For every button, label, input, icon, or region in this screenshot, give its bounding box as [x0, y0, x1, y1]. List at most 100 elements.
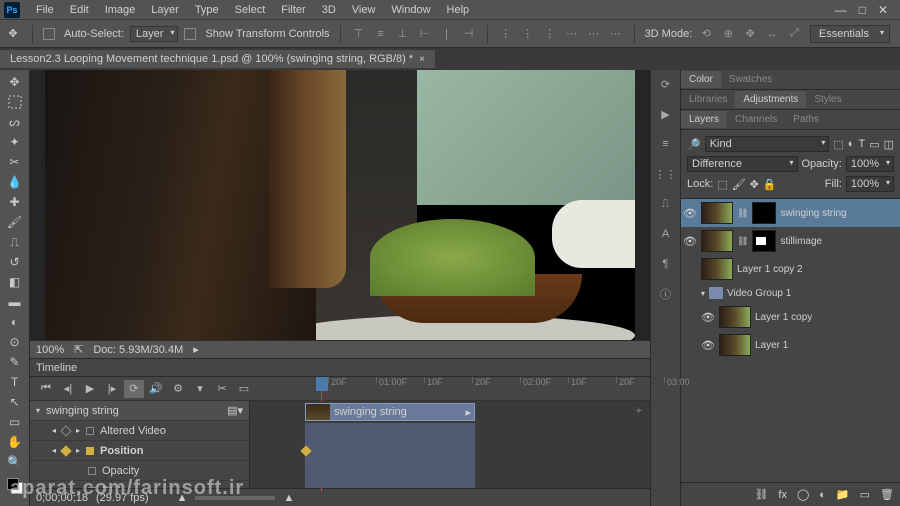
layer-name[interactable]: Video Group 1 [727, 288, 898, 299]
zoom-in-icon[interactable]: ▲ [283, 492, 294, 504]
adjustments-tab[interactable]: Adjustments [735, 91, 806, 108]
zoom-out-icon[interactable]: ▲ [177, 492, 188, 504]
3d-pan-icon[interactable]: ✥ [742, 26, 758, 42]
align-bottom-icon[interactable]: ⊥ [395, 26, 411, 42]
zoom-expand-icon[interactable]: ⇱ [74, 343, 83, 356]
doc-info-chevron[interactable]: ▸ [193, 343, 199, 356]
dist-hcenter-icon[interactable]: ⋯ [586, 26, 602, 42]
layer-name[interactable]: Layer 1 copy 2 [737, 264, 898, 275]
mask-button[interactable]: ◯ [797, 488, 809, 501]
delete-button[interactable]: 🗑 [880, 488, 894, 501]
menu-file[interactable]: File [28, 2, 62, 18]
actions-panel-icon[interactable]: ▶ [656, 104, 676, 124]
color-swatch[interactable] [7, 478, 23, 494]
blend-mode-dropdown[interactable]: Difference [687, 156, 798, 172]
layer-row[interactable]: 👁 ⛓ stillimage [681, 227, 900, 255]
dist-left-icon[interactable]: ⋯ [564, 26, 580, 42]
settings-button[interactable]: ⚙ [168, 380, 188, 398]
eraser-tool[interactable]: ◧ [2, 272, 28, 292]
properties-panel-icon[interactable]: ≡ [656, 134, 676, 154]
align-hcenter-icon[interactable]: | [439, 26, 455, 42]
menu-help[interactable]: Help [439, 2, 478, 18]
layer-name[interactable]: swinging string [780, 208, 898, 219]
menu-select[interactable]: Select [227, 2, 274, 18]
menu-type[interactable]: Type [187, 2, 227, 18]
menu-window[interactable]: Window [383, 2, 438, 18]
prev-frame-button[interactable]: ◂| [58, 380, 78, 398]
property-opacity[interactable]: Opacity [30, 461, 249, 481]
info-panel-icon[interactable]: ⓘ [656, 284, 676, 304]
dodge-tool[interactable]: ⊙ [2, 332, 28, 352]
timeline-zoom-slider[interactable] [195, 496, 275, 500]
doc-info[interactable]: Doc: 5.93M/30.4M [93, 344, 183, 356]
layer-group-row[interactable]: ▾ Video Group 1 [681, 283, 900, 303]
align-left-icon[interactable]: ⊢ [417, 26, 433, 42]
menu-edit[interactable]: Edit [62, 2, 97, 18]
clip-menu-icon[interactable]: ▸ [465, 406, 471, 419]
property-altered-video[interactable]: ◂▸ Altered Video [30, 421, 249, 441]
filter-type-icon[interactable]: T [858, 138, 865, 150]
paths-tab[interactable]: Paths [785, 111, 827, 128]
lasso-tool[interactable]: ᔕ [2, 112, 28, 132]
layer-name[interactable]: Layer 1 [755, 340, 898, 351]
channels-tab[interactable]: Channels [727, 111, 785, 128]
split-button[interactable]: ✂ [212, 380, 232, 398]
layer-thumb[interactable] [701, 230, 733, 252]
timecode[interactable]: 0;00;00;18 [36, 492, 88, 504]
next-frame-button[interactable]: |▸ [102, 380, 122, 398]
expand-track-icon[interactable]: ▾ [36, 406, 40, 415]
align-vcenter-icon[interactable]: ≡ [373, 26, 389, 42]
link-icon[interactable]: ⛓ [737, 208, 748, 219]
workspace-dropdown[interactable]: Essentials [810, 25, 890, 43]
timeline-tab[interactable]: Timeline [36, 362, 77, 374]
heal-tool[interactable]: ✚ [2, 192, 28, 212]
filter-adjust-icon[interactable]: ◐ [848, 138, 855, 150]
lock-all-icon[interactable]: 🔒 [763, 178, 777, 191]
new-layer-button[interactable]: ▭ [860, 488, 870, 501]
visibility-icon[interactable]: 👁 [701, 339, 715, 352]
shape-tool[interactable]: ▭ [2, 412, 28, 432]
zoom-tool[interactable]: 🔍 [2, 452, 28, 472]
align-top-icon[interactable]: ⊤ [351, 26, 367, 42]
visibility-icon[interactable]: 👁 [683, 235, 697, 248]
zoom-level[interactable]: 100% [36, 344, 64, 356]
filter-icon[interactable]: 🔎 [687, 138, 701, 151]
menu-filter[interactable]: Filter [273, 2, 313, 18]
blur-tool[interactable]: ◐ [2, 312, 28, 332]
3d-roll-icon[interactable]: ⊕ [720, 26, 736, 42]
lock-pos-icon[interactable]: ✥ [750, 178, 759, 191]
opacity-input[interactable]: 100% [846, 156, 894, 172]
wand-tool[interactable]: ✦ [2, 132, 28, 152]
lock-pixels-icon[interactable]: 🖌 [732, 178, 746, 191]
align-right-icon[interactable]: ⊣ [461, 26, 477, 42]
track-menu-icon[interactable]: ▤▾ [227, 404, 243, 417]
layer-name[interactable]: Layer 1 copy [755, 312, 898, 323]
menu-image[interactable]: Image [97, 2, 144, 18]
clone-panel-icon[interactable]: ⎍ [656, 194, 676, 214]
brushes-panel-icon[interactable]: ⋮⋮ [656, 164, 676, 184]
layer-thumb[interactable] [701, 202, 733, 224]
expand-group-icon[interactable]: ▾ [701, 289, 705, 298]
eyedropper-tool[interactable]: 💧 [2, 172, 28, 192]
3d-orbit-icon[interactable]: ⟲ [698, 26, 714, 42]
timeline-tracks-area[interactable]: swinging string ▸ + [250, 401, 650, 488]
pen-tool[interactable]: ✎ [2, 352, 28, 372]
fx-button[interactable]: fx [778, 489, 787, 501]
playhead[interactable] [316, 377, 328, 391]
dist-bottom-icon[interactable]: ⋮ [542, 26, 558, 42]
styles-tab[interactable]: Styles [806, 91, 849, 108]
layer-mask-thumb[interactable] [752, 230, 776, 252]
document-close-icon[interactable]: × [419, 54, 425, 65]
visibility-icon[interactable]: 👁 [683, 207, 697, 220]
3d-zoom-icon[interactable]: ⤢ [786, 26, 802, 42]
timeline-track-header[interactable]: ▾ swinging string ▤▾ [30, 401, 249, 421]
filter-smart-icon[interactable]: ◫ [884, 138, 894, 151]
document-canvas[interactable] [45, 70, 635, 340]
menu-3d[interactable]: 3D [314, 2, 344, 18]
loop-button[interactable]: ⟳ [124, 380, 144, 398]
move-tool[interactable]: ✥ [2, 72, 28, 92]
layer-row[interactable]: 👁 Layer 1 copy [681, 303, 900, 331]
gradient-tool[interactable]: ▬ [2, 292, 28, 312]
play-button[interactable]: ▶ [80, 380, 100, 398]
layer-thumb[interactable] [719, 306, 751, 328]
